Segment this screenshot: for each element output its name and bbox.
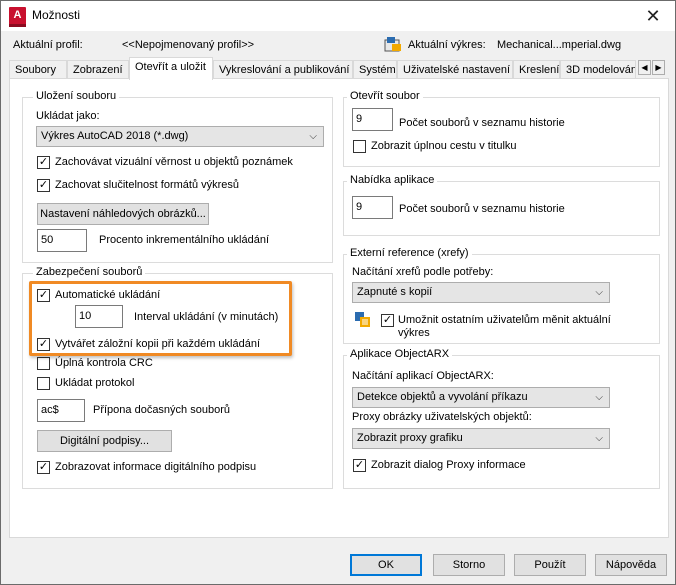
- current-drawing-value: Mechanical...mperial.dwg: [497, 39, 622, 51]
- current-profile-label: Aktuální profil:: [13, 39, 83, 51]
- tab-scroll-right-icon[interactable]: ▶: [652, 60, 665, 75]
- log-file-checkbox[interactable]: [37, 377, 50, 390]
- signature-info-checkbox[interactable]: ✓: [37, 461, 50, 474]
- xref-demand-load-value: Zapnuté s kopií: [357, 286, 433, 298]
- tab-display[interactable]: Zobrazení: [67, 60, 129, 79]
- autosave-interval-input[interactable]: 10: [75, 305, 123, 328]
- backup-copy-label: Vytvářet záložní kopii při každém ukládá…: [55, 338, 261, 350]
- incremental-save-label: Procento inkrementálního ukládání: [99, 234, 269, 246]
- chevron-down-icon: ⌵: [595, 433, 603, 444]
- title-bar: A Možnosti ✕: [1, 1, 675, 31]
- file-safety-group-title: Zabezpečení souborů: [33, 266, 146, 278]
- crc-checkbox[interactable]: [37, 357, 50, 370]
- signature-info-label: Zobrazovat informace digitálního podpisu: [55, 461, 257, 473]
- allow-edit-label-line2: výkres: [398, 327, 430, 339]
- app-menu-group-title: Nabídka aplikace: [347, 174, 438, 186]
- autosave-checkbox[interactable]: ✓: [37, 289, 50, 302]
- autocad-app-icon: A: [9, 7, 26, 27]
- chevron-down-icon: ⌵: [595, 287, 603, 298]
- temp-extension-label: Přípona dočasných souborů: [93, 404, 230, 416]
- proxy-dialog-label: Zobrazit dialog Proxy informace: [371, 459, 526, 471]
- tab-scroll-left-icon[interactable]: ◀: [638, 60, 651, 75]
- visual-fidelity-checkbox[interactable]: ✓: [37, 156, 50, 169]
- save-as-value: Výkres AutoCAD 2018 (*.dwg): [41, 130, 189, 142]
- allow-edit-label-line1: Umožnit ostatním uživatelům měnit aktuál…: [398, 314, 611, 326]
- cancel-button[interactable]: Storno: [433, 554, 505, 576]
- thumbnail-settings-button[interactable]: Nastavení náhledových obrázků...: [37, 203, 209, 225]
- xref-group-title: Externí reference (xrefy): [347, 247, 472, 259]
- autosave-label: Automatické ukládání: [55, 289, 161, 301]
- xref-demand-load-label: Načítání xrefů podle potřeby:: [352, 266, 494, 278]
- tab-open-save[interactable]: Otevřít a uložit: [129, 57, 213, 80]
- chevron-down-icon: ⌵: [309, 131, 317, 142]
- full-path-checkbox[interactable]: [353, 140, 366, 153]
- proxy-images-value: Zobrazit proxy grafiku: [357, 432, 463, 444]
- incremental-save-input[interactable]: 50: [37, 229, 87, 252]
- digital-signatures-button[interactable]: Digitální podpisy...: [37, 430, 172, 452]
- tab-plot-publish[interactable]: Vykreslování a publikování: [213, 60, 353, 79]
- autosave-interval-label: Interval ukládání (v minutách): [134, 311, 279, 323]
- objectarx-group-title: Aplikace ObjectARX: [347, 348, 453, 360]
- ok-button[interactable]: OK: [350, 554, 422, 576]
- full-path-label: Zobrazit úplnou cestu v titulku: [371, 140, 517, 152]
- format-compat-label: Zachovat slučitelnost formátů výkresů: [55, 179, 240, 191]
- tab-strip: Soubory Zobrazení Otevřít a uložit Vykre…: [9, 57, 669, 80]
- arx-load-label: Načítání aplikací ObjectARX:: [352, 370, 494, 382]
- tab-3d-modeling[interactable]: 3D modelování: [560, 60, 636, 79]
- tab-drafting[interactable]: Kreslení: [513, 60, 560, 79]
- close-icon[interactable]: ✕: [639, 3, 667, 29]
- save-as-label: Ukládat jako:: [36, 110, 100, 122]
- file-save-group-title: Uložení souboru: [33, 90, 120, 102]
- recent-files-label: Počet souborů v seznamu historie: [399, 117, 565, 129]
- menu-recent-files-label: Počet souborů v seznamu historie: [399, 203, 565, 215]
- allow-edit-checkbox[interactable]: ✓: [381, 314, 394, 327]
- window-title: Možnosti: [32, 8, 81, 22]
- visual-fidelity-label: Zachovávat vizuální věrnost u objektů po…: [55, 156, 293, 168]
- proxy-dialog-checkbox[interactable]: ✓: [353, 459, 366, 472]
- proxy-images-label: Proxy obrázky uživatelských objektů:: [352, 411, 532, 423]
- tab-files[interactable]: Soubory: [9, 60, 67, 79]
- tab-user-preferences[interactable]: Uživatelské nastavení: [397, 60, 513, 79]
- format-compat-checkbox[interactable]: ✓: [37, 179, 50, 192]
- arx-load-dropdown[interactable]: Detekce objektů a vyvolání příkazu ⌵: [352, 387, 610, 408]
- current-drawing-label: Aktuální výkres:: [408, 39, 486, 51]
- backup-copy-checkbox[interactable]: ✓: [37, 338, 50, 351]
- apply-button[interactable]: Použít: [514, 554, 586, 576]
- log-file-label: Ukládat protokol: [55, 377, 135, 389]
- chevron-down-icon: ⌵: [595, 392, 603, 403]
- proxy-images-dropdown[interactable]: Zobrazit proxy grafiku ⌵: [352, 428, 610, 449]
- crc-label: Úplná kontrola CRC: [55, 357, 153, 369]
- options-dialog: A Možnosti ✕ Aktuální profil: <<Nepojmen…: [0, 0, 676, 585]
- file-open-group-title: Otevřít soubor: [347, 90, 423, 102]
- arx-load-value: Detekce objektů a vyvolání příkazu: [357, 391, 528, 403]
- drawing-icon: [384, 37, 401, 52]
- save-as-dropdown[interactable]: Výkres AutoCAD 2018 (*.dwg) ⌵: [36, 126, 324, 147]
- menu-recent-files-input[interactable]: 9: [352, 196, 393, 219]
- current-profile-value: <<Nepojmenovaný profil>>: [122, 39, 255, 51]
- temp-extension-input[interactable]: ac$: [37, 399, 85, 422]
- recent-files-input[interactable]: 9: [352, 108, 393, 131]
- tab-system[interactable]: Systém: [353, 60, 397, 79]
- xref-icon: [355, 312, 370, 327]
- xref-demand-load-dropdown[interactable]: Zapnuté s kopií ⌵: [352, 282, 610, 303]
- help-button[interactable]: Nápověda: [595, 554, 667, 576]
